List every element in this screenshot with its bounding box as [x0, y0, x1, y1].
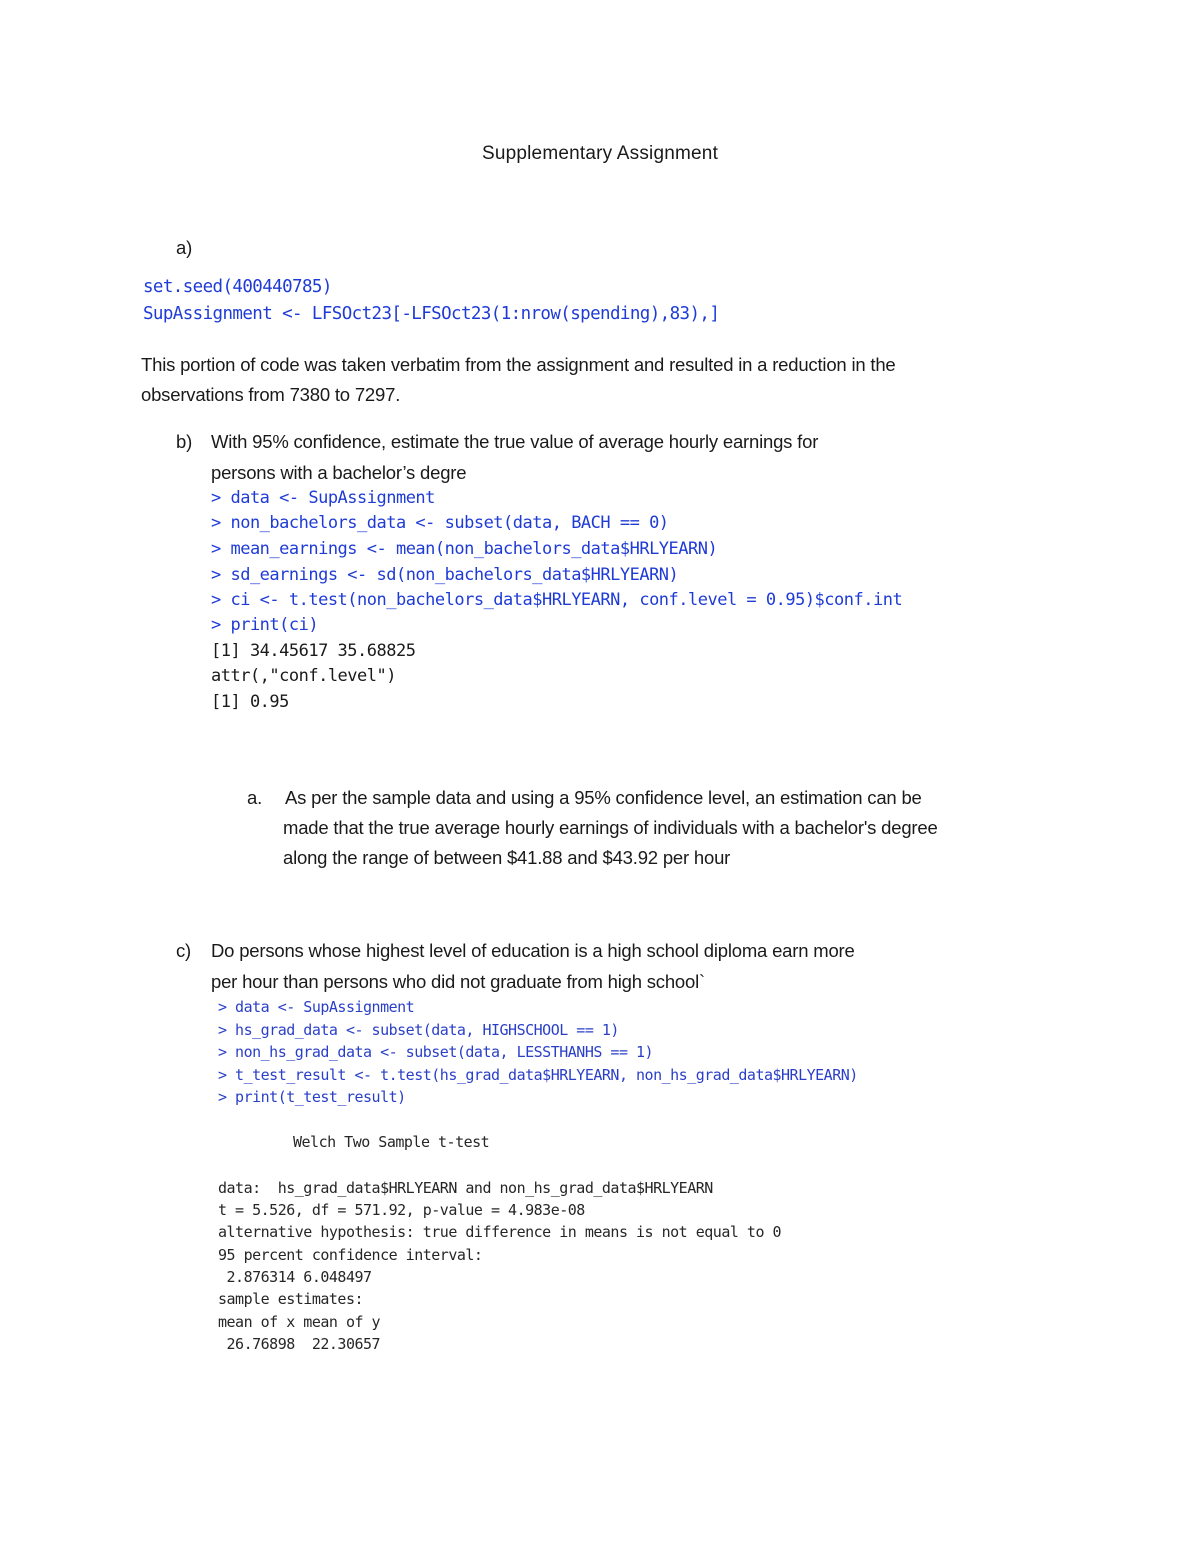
code-output-line: sample estimates: — [218, 1290, 364, 1308]
code-output-line: mean of x mean of y — [218, 1313, 381, 1331]
code-input-line: > sd_earnings <- sd(non_bachelors_data$H… — [211, 565, 679, 585]
question-line: persons with a bachelor’s degre — [211, 462, 467, 483]
code-input-line: > ci <- t.test(non_bachelors_data$HRLYEA… — [211, 590, 903, 610]
document-title: Supplementary Assignment — [481, 143, 719, 164]
code-input-line: > mean_earnings <- mean(non_bachelors_da… — [211, 539, 718, 559]
question-line: With 95% confidence, estimate the true v… — [211, 431, 819, 452]
code-output-line: 95 percent confidence interval: — [218, 1246, 483, 1264]
paragraph-line: This portion of code was taken verbatim … — [141, 354, 896, 375]
code-line: SupAssignment <- LFSOct23[-LFSOct23(1:nr… — [143, 304, 720, 324]
answer-line: made that the true average hourly earnin… — [283, 817, 938, 838]
code-input-line: > non_hs_grad_data <- subset(data, LESST… — [218, 1043, 654, 1061]
code-input-line: > data <- SupAssignment — [211, 488, 435, 508]
code-input-line: > data <- SupAssignment — [218, 998, 415, 1016]
code-output-line: 2.876314 6.048497 — [218, 1268, 373, 1286]
code-output-line: alternative hypothesis: true difference … — [218, 1223, 782, 1241]
code-input-line: > non_bachelors_data <- subset(data, BAC… — [211, 513, 669, 533]
answer-line: As per the sample data and using a 95% c… — [285, 787, 922, 808]
code-output-line: 26.76898 22.30657 — [218, 1335, 381, 1353]
code-input-line: > print(t_test_result) — [218, 1088, 406, 1106]
code-output-line: [1] 0.95 — [211, 692, 289, 712]
code-line: set.seed(400440785) — [143, 277, 332, 297]
code-output-line: t = 5.526, df = 571.92, p-value = 4.983e… — [218, 1201, 585, 1219]
code-output-line: attr(,"conf.level") — [211, 666, 396, 686]
code-output-line: data: hs_grad_data$HRLYEARN and non_hs_g… — [218, 1179, 713, 1197]
code-input-line: > hs_grad_data <- subset(data, HIGHSCHOO… — [218, 1021, 619, 1039]
question-line: Do persons whose highest level of educat… — [211, 940, 855, 961]
question-line: per hour than persons who did not gradua… — [211, 971, 705, 992]
code-output-line: [1] 34.45617 35.68825 — [211, 641, 416, 661]
list-marker: a. — [247, 787, 263, 808]
answer-line: along the range of between $41.88 and $4… — [283, 847, 731, 868]
code-input-line: > t_test_result <- t.test(hs_grad_data$H… — [218, 1066, 858, 1084]
section-b-label: b) — [176, 431, 193, 452]
output-heading: Welch Two Sample t-test — [293, 1133, 490, 1151]
section-c-label: c) — [176, 940, 192, 961]
section-a-label: a) — [176, 237, 193, 258]
paragraph-line: observations from 7380 to 7297. — [141, 384, 401, 405]
code-input-line: > print(ci) — [211, 615, 319, 635]
